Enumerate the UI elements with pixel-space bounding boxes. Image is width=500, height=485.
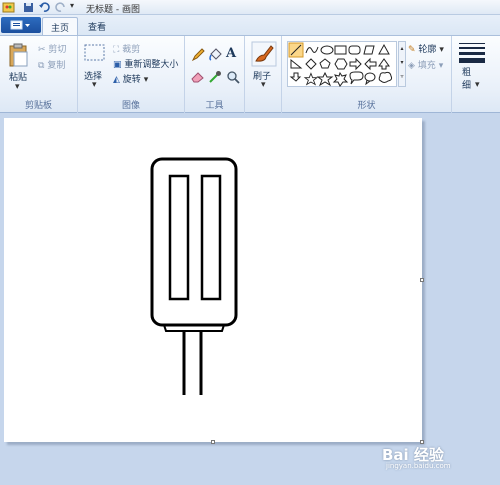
drawing-canvas[interactable] [4, 118, 422, 442]
fill-bucket-icon[interactable] [208, 48, 222, 62]
shapes-group-label: 形状 [357, 101, 376, 111]
rotate-dropdown-icon: ▾ [143, 75, 149, 85]
select-icon[interactable] [84, 43, 106, 63]
paint-app-icon[interactable] [2, 1, 15, 14]
crop-icon: ⛶ [113, 44, 120, 55]
size-dropdown-icon[interactable]: ▾ [475, 80, 480, 90]
shapes-scroll[interactable]: ▴ ▾ ▿ [398, 41, 406, 87]
rotate-button[interactable]: ◭ 旋转 ▾ [113, 72, 149, 86]
brush-icon[interactable] [251, 41, 277, 67]
tab-home[interactable]: 主页 [42, 17, 79, 35]
fill-icon: ◈ [408, 60, 415, 71]
resize-button[interactable]: ▣ 重新调整大小 [113, 57, 179, 71]
shapes-gallery [287, 41, 397, 87]
watermark-url: jingyan.baidu.com [386, 462, 451, 470]
outline-dropdown-icon: ▾ [439, 45, 444, 55]
fill-button[interactable]: ◈ 填充 ▾ [408, 58, 444, 72]
crop-button[interactable]: ⛶ 裁剪 [113, 42, 141, 56]
window-title: 无标题 - 画图 [86, 5, 140, 15]
copy-label: 复制 [47, 61, 66, 71]
rotate-label: 旋转 [122, 75, 141, 85]
image-group-label: 图像 [121, 101, 140, 111]
image-group: 选择 ▾ ⛶ 裁剪 ▣ 重新调整大小 ◭ 旋转 ▾ 图像 [78, 36, 185, 113]
ribbon: 粘贴 ▾ ✂ 剪切 ⧉ 复制 剪贴板 选择 ▾ ⛶ 裁剪 ▣ 重新调整大小 ◭ … [0, 35, 500, 113]
screwdriver-drawing [150, 157, 238, 395]
rotate-icon: ◭ [113, 74, 120, 85]
size-group: 粗细 ▾ [452, 36, 500, 113]
resize-handle-right[interactable] [420, 278, 424, 282]
crop-label: 裁剪 [122, 45, 141, 55]
save-icon[interactable] [22, 1, 35, 14]
outline-icon: ✎ [408, 44, 416, 55]
cut-label: 剪切 [48, 45, 67, 55]
brushes-group: 刷子 ▾ [245, 36, 282, 113]
shapes-group: ▴ ▾ ▿ ✎ 轮廓 ▾ ◈ 填充 ▾ 形状 [282, 36, 452, 113]
tab-view[interactable]: 查看 [80, 17, 114, 35]
paste-icon[interactable] [8, 42, 30, 68]
fill-dropdown-icon: ▾ [438, 61, 444, 71]
eraser-icon[interactable] [191, 70, 205, 84]
app-menu-button[interactable] [1, 17, 41, 33]
customize-quick-access-icon[interactable]: ▾ [70, 1, 83, 14]
cut-button[interactable]: ✂ 剪切 [38, 42, 67, 56]
paste-dropdown-icon[interactable]: ▾ [15, 82, 20, 92]
title-bar: ▾ 无标题 - 画图 [0, 0, 500, 15]
pencil-icon[interactable] [191, 48, 205, 62]
resize-handle-bottom[interactable] [211, 440, 215, 444]
clipboard-group-label: 剪贴板 [24, 101, 52, 111]
clipboard-group: 粘贴 ▾ ✂ 剪切 ⧉ 复制 剪贴板 [0, 36, 78, 113]
line-thickness-icon[interactable] [459, 42, 485, 64]
magnifier-icon[interactable] [226, 70, 240, 84]
resize-icon: ▣ [113, 59, 122, 70]
outline-label: 轮廓 [418, 45, 437, 55]
undo-icon[interactable] [38, 1, 51, 14]
fill-label: 填充 [417, 61, 436, 71]
scissors-icon: ✂ [38, 44, 46, 55]
canvas-workspace [0, 113, 500, 485]
redo-icon[interactable] [54, 1, 67, 14]
color-picker-icon[interactable] [208, 70, 222, 84]
size-button[interactable]: 粗细 [462, 67, 474, 93]
tools-group-label: 工具 [205, 101, 224, 111]
ribbon-tab-row: 主页 查看 [0, 15, 500, 35]
text-tool-icon[interactable]: A [226, 46, 236, 61]
tools-group: A 工具 [185, 36, 245, 113]
menu-icon [10, 20, 30, 30]
copy-button[interactable]: ⧉ 复制 [38, 58, 66, 72]
resize-label: 重新调整大小 [124, 60, 179, 70]
copy-icon: ⧉ [38, 60, 45, 71]
select-dropdown-icon[interactable]: ▾ [92, 80, 97, 90]
brushes-dropdown-icon[interactable]: ▾ [261, 80, 266, 90]
shapes-gallery-icons[interactable] [288, 42, 398, 88]
outline-button[interactable]: ✎ 轮廓 ▾ [408, 42, 444, 56]
